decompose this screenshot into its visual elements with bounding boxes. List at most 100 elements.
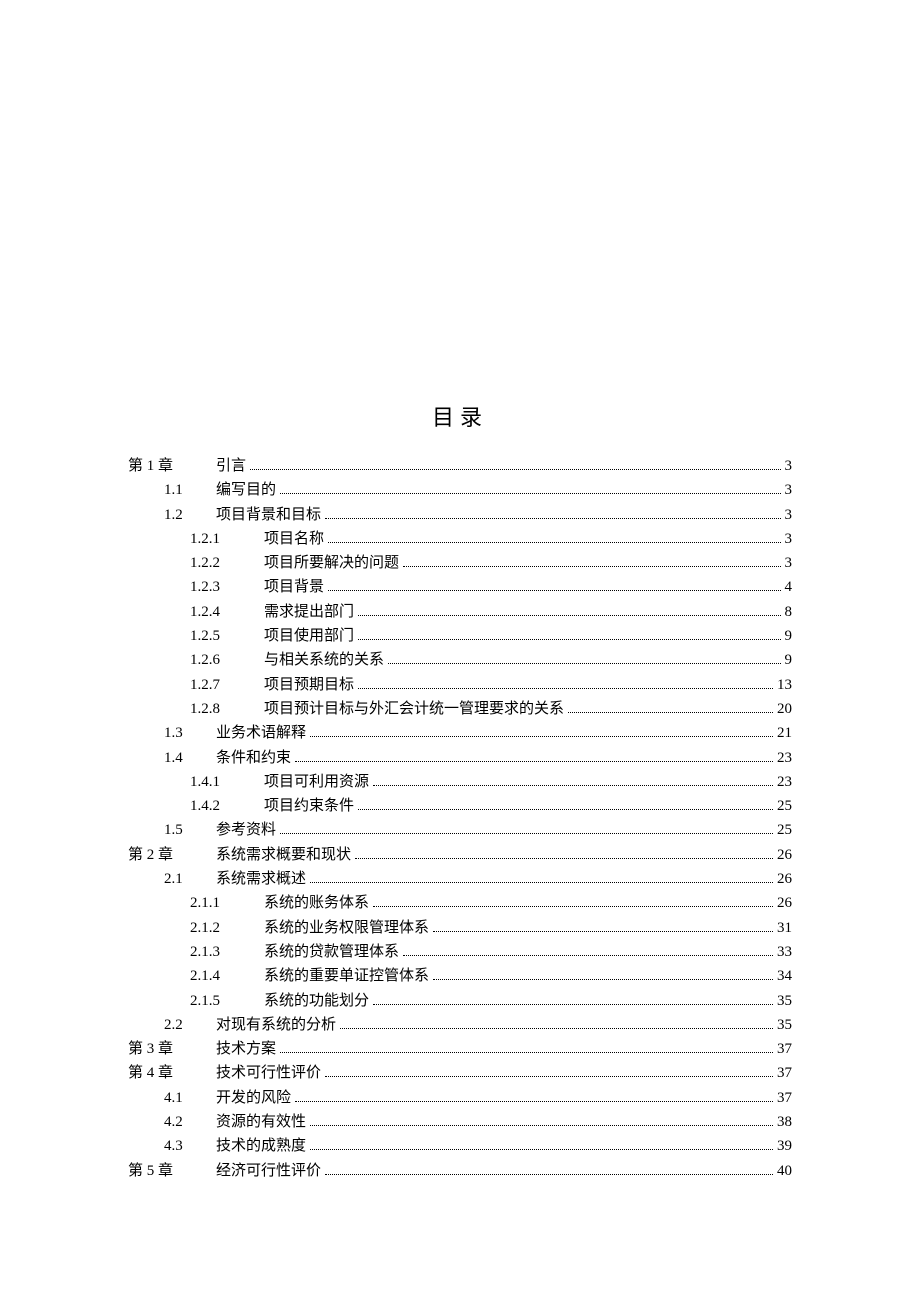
- toc-entry-page: 40: [777, 1159, 792, 1183]
- toc-list: 第 1 章引言31.1编写目的31.2项目背景和目标31.2.1项目名称31.2…: [128, 454, 792, 1183]
- toc-entry-text: 开发的风险: [216, 1086, 291, 1110]
- toc-leader: [373, 897, 773, 907]
- toc-leader: [433, 970, 773, 980]
- toc-entry-page: 9: [785, 648, 793, 672]
- toc-entry-number: 1.4.2: [190, 794, 264, 818]
- toc-entry-number: 2.1.1: [190, 891, 264, 915]
- toc-entry-page: 20: [777, 697, 792, 721]
- toc-leader: [328, 533, 780, 543]
- toc-leader: [295, 752, 773, 762]
- toc-entry-text: 需求提出部门: [264, 600, 354, 624]
- toc-leader: [373, 995, 773, 1005]
- toc-entry: 1.3业务术语解释21: [128, 721, 792, 745]
- toc-entry-text: 技术的成熟度: [216, 1134, 306, 1158]
- toc-entry: 1.4条件和约束 23: [128, 746, 792, 770]
- toc-entry: 1.2.4需求提出部门8: [128, 600, 792, 624]
- toc-entry-text: 项目背景和目标: [216, 503, 321, 527]
- toc-entry-text: 系统需求概要和现状: [216, 843, 351, 867]
- toc-entry-text: 资源的有效性: [216, 1110, 306, 1134]
- toc-entry-text: 项目可利用资源: [264, 770, 369, 794]
- toc-leader: [325, 1067, 773, 1077]
- toc-entry-page: 39: [777, 1134, 792, 1158]
- toc-entry: 4.2资源的有效性38: [128, 1110, 792, 1134]
- toc-entry: 第 4 章技术可行性评价37: [128, 1061, 792, 1085]
- toc-entry-page: 8: [785, 600, 793, 624]
- toc-entry-page: 37: [777, 1061, 792, 1085]
- toc-entry-number: 2.2: [164, 1013, 216, 1037]
- toc-entry-page: 23: [777, 746, 792, 770]
- toc-entry-page: 3: [785, 503, 793, 527]
- toc-entry-text: 系统的业务权限管理体系: [264, 916, 429, 940]
- toc-entry-number: 2.1.5: [190, 989, 264, 1013]
- toc-entry-number: 1.2.7: [190, 673, 264, 697]
- toc-entry-number: 2.1.2: [190, 916, 264, 940]
- toc-entry-page: 13: [777, 673, 792, 697]
- toc-entry-number: 第 3 章: [128, 1037, 216, 1061]
- toc-entry-text: 编写目的: [216, 478, 276, 502]
- toc-entry-page: 3: [785, 527, 793, 551]
- toc-entry-text: 项目约束条件: [264, 794, 354, 818]
- toc-entry-number: 2.1.3: [190, 940, 264, 964]
- toc-entry-number: 1.4: [164, 746, 216, 770]
- toc-entry-page: 33: [777, 940, 792, 964]
- toc-entry-number: 1.2: [164, 503, 216, 527]
- toc-entry-page: 26: [777, 867, 792, 891]
- toc-entry-number: 1.1: [164, 478, 216, 502]
- toc-entry: 1.2.8项目预计目标与外汇会计统一管理要求的关系 20: [128, 697, 792, 721]
- toc-leader: [310, 873, 773, 883]
- toc-entry-number: 2.1.4: [190, 964, 264, 988]
- toc-entry-number: 4.1: [164, 1086, 216, 1110]
- toc-leader: [358, 606, 780, 616]
- toc-entry: 1.2.2项目所要解决的问题3: [128, 551, 792, 575]
- toc-entry: 1.2.7项目预期目标13: [128, 673, 792, 697]
- toc-entry: 第 5 章经济可行性评价40: [128, 1159, 792, 1183]
- toc-entry-text: 项目所要解决的问题: [264, 551, 399, 575]
- toc-entry-text: 对现有系统的分析: [216, 1013, 336, 1037]
- toc-title: 目录: [128, 400, 792, 432]
- toc-entry-page: 34: [777, 964, 792, 988]
- toc-entry-text: 系统的账务体系: [264, 891, 369, 915]
- toc-leader: [355, 849, 773, 859]
- toc-entry: 2.1.5系统的功能划分35: [128, 989, 792, 1013]
- toc-entry-number: 第 2 章: [128, 843, 216, 867]
- toc-entry-page: 31: [777, 916, 792, 940]
- toc-entry-page: 4: [785, 575, 793, 599]
- toc-entry-text: 系统的功能划分: [264, 989, 369, 1013]
- toc-leader: [358, 800, 773, 810]
- toc-entry-number: 1.2.8: [190, 697, 264, 721]
- toc-leader: [295, 1092, 773, 1102]
- toc-leader: [358, 679, 773, 689]
- toc-entry-page: 37: [777, 1037, 792, 1061]
- toc-entry-number: 1.5: [164, 818, 216, 842]
- toc-leader: [358, 630, 780, 640]
- toc-leader: [280, 484, 780, 494]
- toc-entry-page: 9: [785, 624, 793, 648]
- toc-entry-page: 26: [777, 891, 792, 915]
- toc-entry-text: 系统的重要单证控管体系: [264, 964, 429, 988]
- toc-entry-number: 第 1 章: [128, 454, 216, 478]
- toc-entry: 1.5参考资料25: [128, 818, 792, 842]
- toc-entry-text: 项目名称: [264, 527, 324, 551]
- toc-entry-text: 技术可行性评价: [216, 1061, 321, 1085]
- toc-leader: [568, 703, 773, 713]
- toc-entry-number: 2.1: [164, 867, 216, 891]
- toc-entry-page: 3: [785, 478, 793, 502]
- toc-entry-number: 1.2.1: [190, 527, 264, 551]
- toc-entry-page: 35: [777, 1013, 792, 1037]
- toc-entry-text: 与相关系统的关系: [264, 648, 384, 672]
- toc-leader: [403, 946, 773, 956]
- toc-leader: [373, 776, 773, 786]
- toc-leader: [310, 1140, 773, 1150]
- toc-entry: 1.1编写目的 3: [128, 478, 792, 502]
- toc-leader: [433, 922, 773, 932]
- toc-leader: [280, 824, 773, 834]
- toc-entry-text: 条件和约束: [216, 746, 291, 770]
- toc-entry-text: 项目预计目标与外汇会计统一管理要求的关系: [264, 697, 564, 721]
- toc-entry: 1.4.1项目可利用资源23: [128, 770, 792, 794]
- toc-entry-page: 26: [777, 843, 792, 867]
- toc-entry-page: 37: [777, 1086, 792, 1110]
- toc-entry: 2.1.3系统的贷款管理体系33: [128, 940, 792, 964]
- toc-leader: [388, 654, 780, 664]
- toc-entry-text: 经济可行性评价: [216, 1159, 321, 1183]
- page-container: 目录 第 1 章引言31.1编写目的31.2项目背景和目标31.2.1项目名称3…: [0, 0, 920, 1183]
